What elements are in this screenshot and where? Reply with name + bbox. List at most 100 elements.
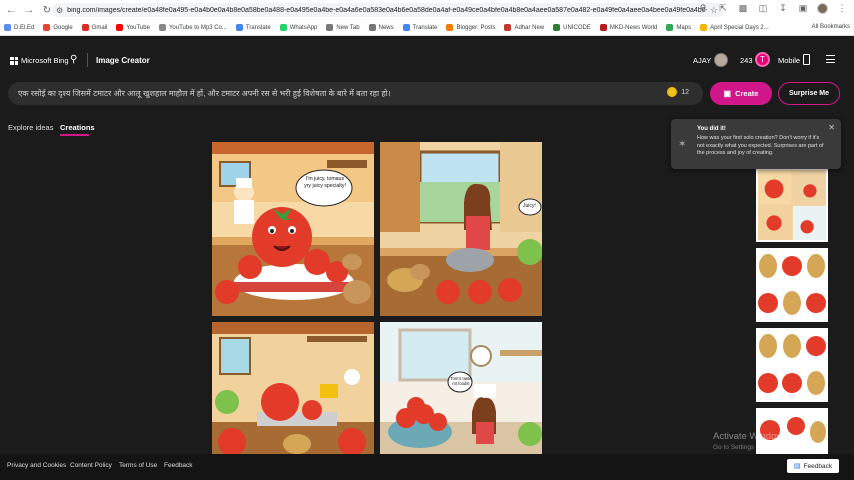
more-menu-icon[interactable]: ⋮ — [836, 3, 848, 14]
tab-creations[interactable]: Creations — [60, 123, 95, 132]
bookmark-favicon-icon — [504, 24, 512, 31]
bookmark-label: Adhar New — [514, 24, 545, 31]
search-icon[interactable]: ⚲ — [70, 54, 77, 65]
boost-counter[interactable]: ⚡ 12 — [667, 87, 689, 97]
feedback-label: Feedback — [803, 462, 833, 470]
bookmark-item[interactable]: UNICODE — [553, 24, 591, 31]
phone-icon[interactable] — [803, 54, 810, 65]
bookmark-item[interactable]: Translate — [235, 24, 271, 31]
bookmark-favicon-icon — [158, 24, 166, 31]
bookmark-label: April Special Days 2... — [710, 24, 769, 31]
profile-avatar-icon[interactable] — [817, 3, 828, 14]
bookmark-label: Blogger: Posts — [456, 24, 496, 31]
close-icon[interactable]: ✕ — [828, 123, 835, 132]
bookmark-favicon-icon — [326, 24, 334, 31]
address-bar[interactable]: ⚙ bing.com/images/create/e0a48fe0a495-e0… — [52, 3, 724, 17]
bookmark-item[interactable]: April Special Days 2... — [700, 24, 769, 31]
image-1-scene — [212, 142, 374, 316]
thumbnail-current[interactable] — [756, 168, 828, 242]
bookmark-item[interactable]: D.El.Ed — [4, 24, 34, 31]
bookmark-item[interactable]: Adhar New — [504, 24, 544, 31]
feedback-button[interactable]: ▤ Feedback — [787, 459, 839, 473]
download-icon[interactable]: ↧ — [777, 3, 789, 14]
rewards-points[interactable]: 243 — [740, 56, 753, 65]
bing-header: Microsoft Bing ⚲ Image Creator AJAY 243 … — [0, 37, 854, 81]
sidepanel-icon[interactable]: ◫ — [757, 3, 769, 14]
generated-image-2[interactable]: Juicy! — [380, 142, 542, 316]
bookmark-favicon-icon — [402, 24, 410, 31]
footer-link-content-policy[interactable]: Content Policy — [70, 462, 112, 469]
image-3-scene — [212, 322, 374, 454]
microsoft-bing-logo[interactable]: Microsoft Bing — [10, 56, 69, 65]
rewards-icon[interactable]: T — [755, 52, 770, 67]
tab-explore-ideas[interactable]: Explore ideas — [8, 123, 53, 132]
bookmark-item[interactable]: New Tab — [326, 24, 360, 31]
thumbnail-item[interactable] — [756, 248, 828, 322]
hamburger-menu-icon[interactable] — [826, 55, 835, 63]
generated-image-3[interactable] — [212, 322, 374, 454]
boost-coin-icon: ⚡ — [667, 87, 678, 97]
popup-title: You did it! — [697, 126, 726, 132]
speech-bubble-text: Juicy! — [523, 203, 536, 209]
divider — [87, 53, 88, 67]
bookmark-item[interactable]: Translate — [402, 24, 437, 31]
bookmark-item[interactable]: WhatsApp — [279, 24, 318, 31]
all-bookmarks-link[interactable]: All Bookmarks — [812, 24, 850, 30]
bookmark-favicon-icon — [235, 24, 243, 31]
url-text: bing.com/images/create/e0a48fe0a495-e0a4… — [67, 6, 708, 14]
bookmark-item[interactable]: YouTube — [116, 24, 150, 31]
bookmark-item[interactable]: Blogger: Posts — [446, 24, 495, 31]
footer-link-feedback[interactable]: Feedback — [164, 462, 193, 469]
thumbnail-item[interactable] — [756, 328, 828, 402]
back-icon[interactable]: ← — [4, 3, 18, 17]
speech-bubble-text: I'm juicy, tomaus yry juicy specialty! — [304, 176, 346, 189]
bookmark-label: News — [378, 24, 394, 31]
avatar[interactable] — [714, 53, 728, 67]
forward-icon[interactable]: → — [22, 3, 36, 17]
bookmark-favicon-icon — [666, 24, 674, 31]
bookmark-favicon-icon — [4, 24, 11, 31]
prompt-input[interactable]: एक रसोई का दृश्य जिसमें टमाटर और आलू खुश… — [8, 82, 703, 105]
microsoft-logo-icon — [10, 56, 18, 65]
bookmark-item[interactable]: News — [368, 24, 394, 31]
bookmark-item[interactable]: Gmail — [81, 24, 107, 31]
bookmark-label: WhatsApp — [289, 24, 318, 31]
bookmark-favicon-icon — [599, 24, 607, 31]
footer-link-terms[interactable]: Terms of Use — [119, 462, 157, 469]
bookmark-item[interactable]: MKD-News World — [599, 24, 658, 31]
mobile-link[interactable]: Mobile — [778, 56, 800, 65]
user-name[interactable]: AJAY — [693, 56, 711, 65]
boost-count: 12 — [681, 88, 689, 96]
footer-link-privacy[interactable]: Privacy and Cookies — [7, 462, 66, 469]
image-4-scene — [380, 322, 542, 454]
bookmark-favicon-icon — [700, 24, 708, 31]
site-info-icon[interactable]: ⚙ — [56, 6, 63, 15]
bookmark-favicon-icon — [116, 24, 124, 31]
browser-toolbar: ← → ↻ ⚙ bing.com/images/create/e0a48fe0a… — [0, 0, 854, 20]
prompt-text[interactable]: एक रसोई का दृश्य जिसमें टमाटर और आलू खुश… — [18, 88, 391, 99]
bookmark-item[interactable]: Maps — [666, 24, 691, 31]
bookmark-favicon-icon — [43, 24, 51, 31]
create-button[interactable]: ▣ Create — [710, 82, 772, 105]
create-label: Create — [735, 89, 759, 98]
first-creation-popup: ✶ You did it! How was your first solo cr… — [671, 119, 841, 169]
search-icon[interactable]: ⚲ — [697, 3, 709, 14]
celebration-icon: ✶ — [678, 139, 687, 150]
extensions-icon[interactable]: ▩ — [737, 3, 749, 14]
bookmark-favicon-icon — [81, 24, 89, 31]
generated-image-1[interactable]: I'm juicy, tomaus yry juicy specialty! — [212, 142, 374, 316]
bookmark-label: Google — [53, 24, 73, 31]
bookmark-item[interactable]: YouTube to Mp3 Co... — [158, 24, 227, 31]
generated-image-4[interactable]: Tom's taste mt foods! — [380, 322, 542, 454]
feedback-icon: ▤ — [793, 463, 801, 470]
bookmark-label: MKD-News World — [609, 24, 658, 31]
bookmark-favicon-icon — [446, 24, 454, 31]
page-title[interactable]: Image Creator — [96, 56, 150, 65]
popup-body: How was your first solo creation? Don't … — [697, 135, 824, 156]
bookmark-label: UNICODE — [563, 24, 591, 31]
bookmark-item[interactable]: Google — [43, 24, 73, 31]
surprise-me-button[interactable]: Surprise Me — [778, 82, 840, 105]
split-icon[interactable]: ▣ — [797, 3, 809, 14]
share-icon[interactable]: ⇱ — [717, 3, 729, 14]
bookmark-label: Translate — [245, 24, 271, 31]
